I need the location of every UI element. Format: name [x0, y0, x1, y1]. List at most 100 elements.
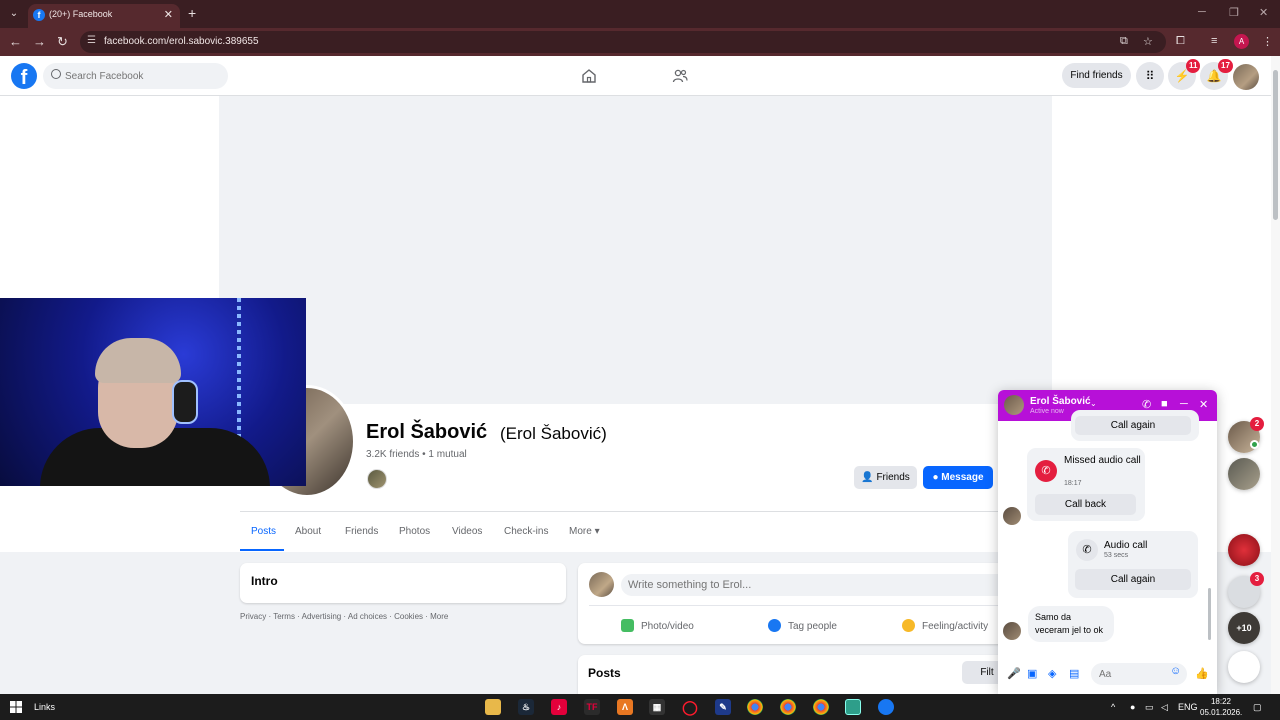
page-scrollbar-thumb[interactable]: [1273, 70, 1278, 220]
active-app-icon[interactable]: [845, 699, 861, 715]
sticker-icon[interactable]: ◈: [1048, 667, 1056, 680]
feeling-activity-button[interactable]: Feeling/activity: [902, 619, 988, 632]
contact-bubble-heart[interactable]: [1228, 534, 1260, 566]
gif-icon[interactable]: ▤: [1069, 667, 1079, 680]
call-back-button[interactable]: Call back: [1035, 494, 1136, 515]
new-message-bubble[interactable]: [1228, 651, 1260, 683]
active-tab-indicator: [240, 549, 284, 551]
tag-people-button[interactable]: Tag people: [768, 619, 837, 632]
taskbar-links-toolbar[interactable]: Links: [34, 702, 55, 712]
cast-icon[interactable]: ⧉: [1120, 35, 1128, 48]
tab-friends[interactable]: Friends: [345, 526, 378, 537]
chat-options-chevron-icon[interactable]: ⌄: [1090, 399, 1097, 408]
forward-icon[interactable]: →: [33, 34, 46, 49]
photo-attach-icon[interactable]: ▣: [1027, 667, 1037, 680]
previous-call-again-button[interactable]: Call again: [1075, 416, 1191, 435]
caret-down-icon: ▾: [594, 526, 600, 537]
taskbar-clock[interactable]: 18:22 05.01.2026.: [1200, 696, 1242, 718]
contact-bubble-2[interactable]: [1228, 458, 1260, 490]
messenger-app-icon[interactable]: [878, 699, 894, 715]
windows-taskbar: Links ♨ ♪ TF Λ ▦ ◯ ✎ ^ ● ▭ ◁ ENG 18:22 0…: [0, 694, 1280, 720]
chrome-profile-2-icon[interactable]: [780, 699, 796, 715]
cover-photo[interactable]: [219, 96, 1052, 404]
mutual-friend-avatar[interactable]: [367, 469, 387, 489]
message-button[interactable]: ● Message: [923, 466, 993, 489]
chat-contact-name[interactable]: Erol Šabović: [1030, 396, 1091, 407]
footer-links[interactable]: Privacy · Terms · Advertising · Ad choic…: [240, 612, 448, 621]
close-window-icon[interactable]: ✕: [1259, 6, 1268, 19]
app-a-icon[interactable]: Λ: [617, 699, 633, 715]
url-text: facebook.com/erol.sabovic.389655: [104, 36, 259, 47]
chrome-profile-3-icon[interactable]: [813, 699, 829, 715]
call-again-button[interactable]: Call again: [1075, 569, 1191, 590]
tab-videos[interactable]: Videos: [452, 526, 482, 537]
reading-list-icon[interactable]: ≡: [1211, 35, 1217, 47]
facebook-logo-icon[interactable]: f: [11, 63, 37, 89]
sender-avatar: [1003, 507, 1021, 525]
menu-grid-icon[interactable]: ⠿: [1136, 62, 1164, 90]
notification-center-icon[interactable]: ▢: [1253, 702, 1262, 713]
profile-friend-count[interactable]: 3.2K friends • 1 mutual: [366, 449, 467, 460]
bookmark-star-icon[interactable]: ☆: [1143, 35, 1153, 48]
tab-posts[interactable]: Posts: [251, 526, 276, 537]
home-icon[interactable]: [581, 68, 597, 84]
app-tf-icon[interactable]: TF: [584, 699, 600, 715]
language-indicator[interactable]: ENG: [1178, 702, 1198, 712]
tray-mic-icon[interactable]: ●: [1130, 702, 1135, 712]
app-pen-icon[interactable]: ✎: [715, 699, 731, 715]
browser-profile-avatar[interactable]: A: [1234, 34, 1249, 49]
file-explorer-icon[interactable]: [485, 699, 501, 715]
chrome-menu-icon[interactable]: ⋮: [1262, 35, 1273, 48]
video-call-icon[interactable]: ■: [1161, 398, 1168, 410]
chrome-icon[interactable]: [747, 699, 763, 715]
thumbs-up-icon[interactable]: 👍: [1195, 667, 1209, 680]
tab-check-ins[interactable]: Check-ins: [504, 526, 548, 537]
chat-window: Erol Šabović Active now ⌄ ✆ ■ ─ ✕ Call a…: [998, 390, 1217, 694]
contact-bubble-4-badge: 3: [1250, 572, 1264, 586]
emoji-icon[interactable]: ☺: [1170, 665, 1181, 677]
extensions-icon[interactable]: ⧠: [1176, 35, 1185, 48]
microphone-icon[interactable]: 🎤: [1007, 667, 1021, 680]
tab-about[interactable]: About: [295, 526, 321, 537]
close-chat-icon[interactable]: ✕: [1199, 398, 1208, 411]
opera-icon[interactable]: ◯: [682, 699, 698, 715]
new-tab-icon[interactable]: +: [188, 5, 196, 21]
reload-icon[interactable]: ↻: [57, 34, 68, 50]
more-contacts-bubble[interactable]: +10: [1228, 612, 1260, 644]
network-icon[interactable]: ▭: [1145, 702, 1154, 713]
tab-more-label: More: [569, 526, 592, 537]
tiktok-icon[interactable]: ♪: [551, 699, 567, 715]
chat-contact-avatar[interactable]: [1004, 395, 1024, 415]
windows-start-icon[interactable]: [10, 701, 22, 713]
tab-photos[interactable]: Photos: [399, 526, 430, 537]
search-input[interactable]: [65, 67, 215, 85]
tray-expand-icon[interactable]: ^: [1111, 702, 1115, 712]
tab-more[interactable]: More ▾: [569, 526, 600, 537]
sender-avatar-2: [1003, 622, 1021, 640]
address-bar[interactable]: ☰ facebook.com/erol.sabovic.389655 ⧉ ☆: [80, 31, 1166, 53]
restore-window-icon[interactable]: ❐: [1229, 6, 1239, 19]
contact-bubble-1-badge: 2: [1250, 417, 1264, 431]
browser-tab[interactable]: f (20+) Facebook ✕: [28, 4, 180, 28]
volume-icon[interactable]: ◁: [1161, 702, 1168, 713]
minimize-window-icon[interactable]: ─: [1198, 6, 1206, 18]
tag-people-icon: [768, 619, 781, 632]
tabs-divider: [240, 511, 1000, 512]
browser-toolbar: ← → ↻ ☰ facebook.com/erol.sabovic.389655…: [0, 28, 1280, 56]
post-composer-input[interactable]: [621, 574, 1011, 596]
tab-search-chevron-icon[interactable]: ⌄: [6, 6, 22, 22]
back-icon[interactable]: ←: [9, 34, 22, 49]
site-info-icon[interactable]: ☰: [87, 35, 96, 46]
chat-scrollbar[interactable]: [1208, 588, 1211, 640]
friends-button[interactable]: 👤 Friends: [854, 466, 917, 489]
photo-video-button[interactable]: Photo/video: [621, 619, 694, 632]
app-terminal-icon[interactable]: ▦: [649, 699, 665, 715]
tab-close-icon[interactable]: ✕: [164, 8, 173, 21]
steam-icon[interactable]: ♨: [518, 699, 534, 715]
friends-icon[interactable]: [672, 68, 688, 84]
minimize-chat-icon[interactable]: ─: [1180, 398, 1188, 410]
account-avatar[interactable]: [1233, 64, 1259, 90]
webcam-overlay: [0, 298, 306, 486]
search-box[interactable]: [43, 63, 228, 89]
find-friends-button[interactable]: Find friends: [1062, 63, 1131, 88]
